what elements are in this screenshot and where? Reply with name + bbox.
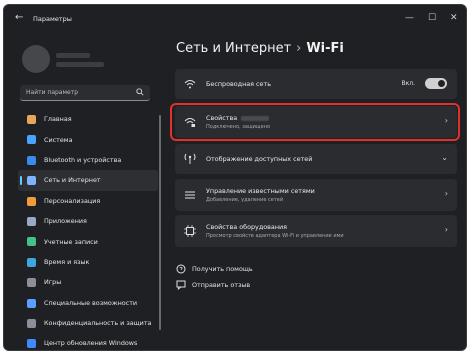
user-email-redacted: [56, 62, 104, 67]
send-feedback-label: Отправить отзыв: [192, 281, 251, 289]
home-icon: [27, 115, 36, 124]
sidebar-item-label: Центр обновления Windows: [44, 339, 138, 348]
settings-window: ← Параметры — ☐ ✕ Найти параметр Главная…: [3, 4, 467, 351]
sidebar-item-label: Время и язык: [44, 257, 90, 266]
sidebar-item-label: Игры: [44, 278, 62, 287]
sidebar-item[interactable]: Bluetooth и устройства: [18, 150, 158, 170]
privacy-icon: [27, 318, 36, 328]
avatar: [22, 45, 50, 73]
chevron-down-icon: ⌄: [441, 153, 448, 162]
update-icon: [27, 339, 36, 349]
get-help-label: Получить помощь: [192, 265, 253, 273]
sidebar-item-label: Главная: [44, 115, 72, 124]
list-icon: [185, 191, 195, 199]
sidebar-item[interactable]: Система: [18, 129, 158, 149]
sidebar-item-label: Персонализация: [44, 196, 101, 205]
maximize-icon[interactable]: ☐: [428, 13, 436, 23]
bluetooth-icon: [27, 155, 36, 165]
sidebar-item[interactable]: Персонализация: [18, 191, 158, 211]
sidebar-item-label: Приложения: [44, 217, 87, 226]
sidebar-item[interactable]: Время и язык: [18, 252, 158, 272]
page-title: Wi-Fi: [306, 41, 344, 56]
system-icon: [27, 135, 36, 145]
breadcrumb-separator: ›: [296, 41, 302, 56]
sidebar-item[interactable]: Специальные возможности: [18, 293, 158, 313]
wifi-toggle-card[interactable]: Беспроводная сеть Вкл.: [175, 69, 457, 99]
chevron-right-icon: ›: [444, 189, 448, 198]
breadcrumb-parent[interactable]: Сеть и Интернет: [176, 41, 291, 56]
send-feedback-link[interactable]: Отправить отзыв: [176, 280, 250, 290]
sidebar-item[interactable]: Сеть и Интернет: [18, 170, 158, 191]
sidebar-item[interactable]: Главная: [18, 109, 158, 129]
hardware-properties-card[interactable]: Свойства оборудования Просмотр свойств а…: [175, 215, 457, 247]
highlight-frame: [170, 103, 460, 141]
title-bar: ← Параметры — ☐ ✕: [4, 5, 466, 33]
user-profile[interactable]: [22, 45, 122, 75]
sidebar-item-label: Специальные возможности: [44, 298, 138, 307]
back-arrow-icon[interactable]: ←: [15, 13, 23, 23]
personalization-icon: [27, 196, 36, 206]
sidebar-item-label: Конфиденциальность и защита: [44, 319, 152, 328]
window-title: Параметры: [33, 15, 72, 23]
gaming-icon: [27, 278, 36, 288]
known-networks-card[interactable]: Управление известными сетями Добавление,…: [175, 179, 457, 211]
search-input[interactable]: Найти параметр: [20, 85, 150, 101]
sidebar-item-label: Сеть и Интернет: [44, 176, 101, 185]
get-help-link[interactable]: Получить помощь: [176, 264, 253, 274]
accounts-icon: [27, 237, 36, 247]
available-networks-label: Отображение доступных сетей: [206, 155, 313, 163]
sidebar-item[interactable]: Игры: [18, 272, 158, 292]
breadcrumb: Сеть и Интернет › Wi-Fi: [176, 41, 344, 56]
known-networks-label: Управление известными сетями: [206, 187, 315, 195]
antenna-icon: [184, 153, 196, 164]
user-name-redacted: [56, 53, 90, 58]
minimize-icon[interactable]: —: [405, 13, 414, 23]
sidebar-scrollbar[interactable]: [159, 115, 161, 330]
time-language-icon: [27, 257, 36, 267]
search-icon: [136, 88, 144, 96]
wifi-toggle-state: Вкл.: [401, 80, 415, 87]
sidebar-item[interactable]: Центр обновления Windows: [18, 333, 158, 350]
sidebar-item-label: Система: [44, 135, 73, 144]
available-networks-card[interactable]: Отображение доступных сетей ⌄: [175, 144, 457, 174]
sidebar-item[interactable]: Учетные записи: [18, 231, 158, 251]
sidebar-item[interactable]: Приложения: [18, 211, 158, 231]
known-networks-sub: Добавление, удаление сетей: [206, 197, 284, 203]
wifi-label: Беспроводная сеть: [206, 80, 271, 88]
chip-icon: [184, 225, 196, 237]
sidebar-item[interactable]: Конфиденциальность и защита: [18, 313, 158, 333]
network-icon: [27, 176, 36, 186]
help-icon: [176, 264, 186, 274]
feedback-icon: [176, 280, 186, 290]
close-icon[interactable]: ✕: [450, 13, 458, 23]
wifi-toggle-switch[interactable]: [425, 78, 447, 89]
sidebar-nav: Главная Система Bluetooth и устройства Сеть…: [18, 109, 158, 350]
sidebar-item-label: Bluetooth и устройства: [44, 155, 122, 164]
wifi-icon: [184, 80, 196, 89]
accessibility-icon: [27, 298, 36, 308]
chevron-right-icon: ›: [444, 225, 448, 234]
sidebar-item-label: Учетные записи: [44, 237, 98, 246]
search-placeholder: Найти параметр: [26, 89, 78, 96]
hardware-properties-sub: Просмотр свойств адаптера Wi-Fi и управл…: [206, 233, 344, 239]
hardware-properties-label: Свойства оборудования: [206, 223, 288, 231]
apps-icon: [27, 216, 36, 226]
